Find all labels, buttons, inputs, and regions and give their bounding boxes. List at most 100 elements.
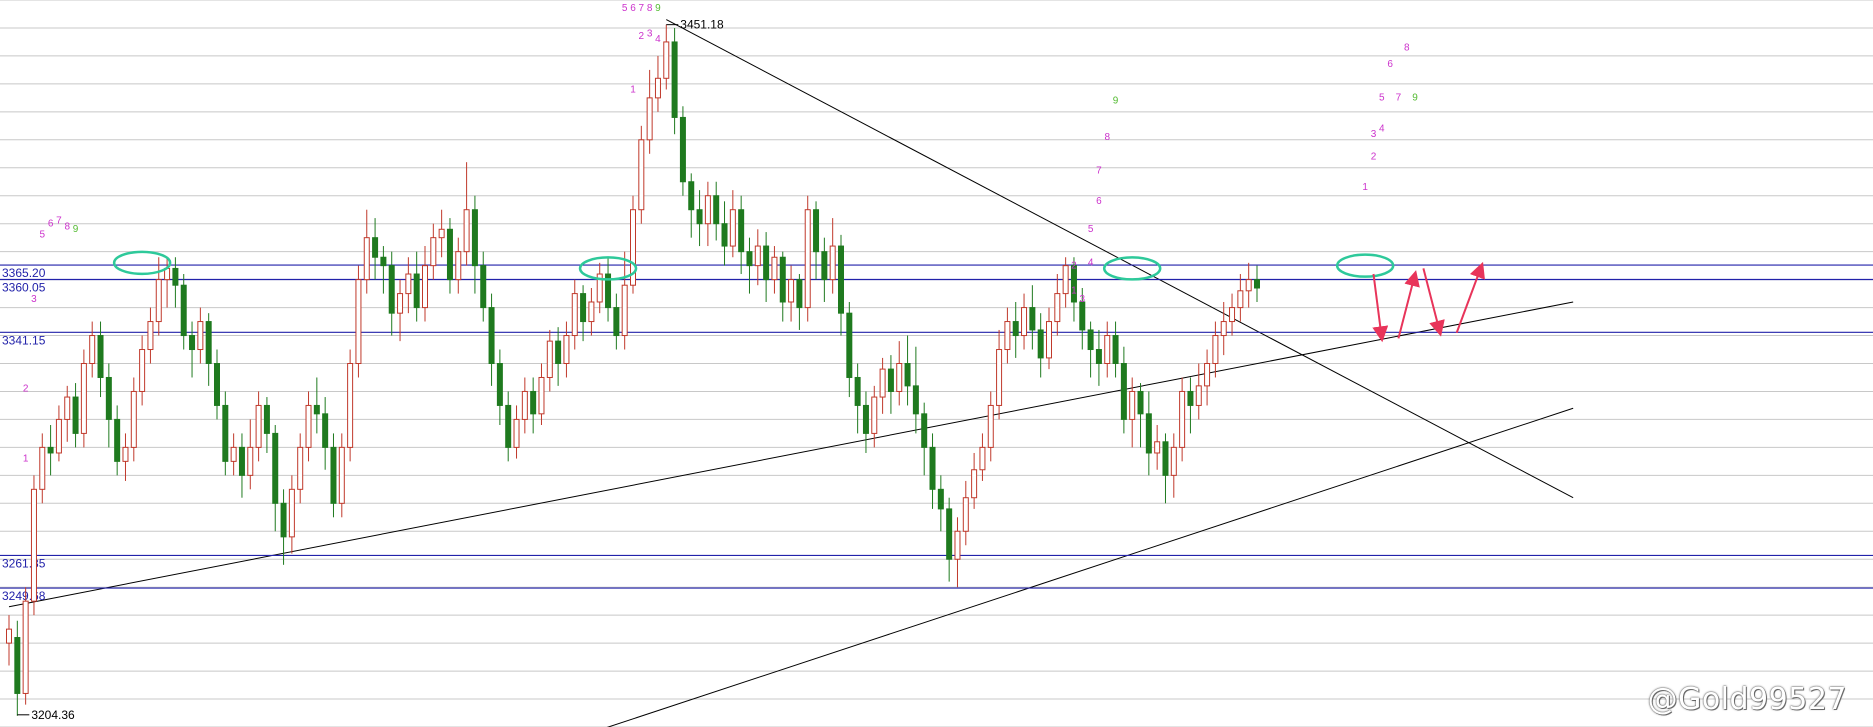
candle-body (1129, 390, 1136, 420)
candle-body (1254, 279, 1260, 289)
candle-body (696, 209, 703, 225)
candle-body (1145, 413, 1152, 454)
candle-body (1012, 321, 1019, 337)
candle-body (671, 41, 678, 118)
count-label: 2 (1071, 260, 1077, 271)
candle-body (1062, 265, 1069, 295)
candle-body (155, 279, 162, 323)
candle-body (1187, 390, 1194, 406)
candle-body (330, 446, 337, 504)
count-label: 1 (1362, 182, 1368, 193)
candle-body (1170, 446, 1177, 476)
candle-body (463, 209, 470, 253)
candle-body (222, 404, 229, 462)
candle-body (538, 376, 545, 415)
candle-body (280, 502, 287, 538)
candle-body (1162, 441, 1169, 476)
candle-body (1029, 307, 1036, 331)
candle-body (488, 307, 495, 365)
candle-body (422, 265, 428, 309)
candle-body (247, 446, 254, 476)
count-label: 4 (1088, 258, 1094, 269)
candle-body (413, 273, 420, 309)
candle-body (971, 469, 978, 499)
candle-body (546, 340, 553, 378)
candle-body (1154, 441, 1161, 454)
candle-body (80, 363, 87, 434)
count-label: 6 (48, 218, 54, 229)
count-label: 9 (1412, 93, 1418, 104)
candle-body (180, 284, 187, 337)
candle-body (139, 349, 146, 392)
level-label: 3261.35 (2, 556, 46, 570)
candle-body (355, 279, 362, 364)
extreme-label: 3451.18 (680, 18, 724, 32)
candle-body (804, 209, 811, 309)
candlestick-chart: 3365.203360.053341.153261.353249.68 1235… (0, 0, 1873, 727)
candle-body (1195, 385, 1202, 406)
candle-body (480, 265, 487, 309)
level-label: 3341.15 (2, 333, 46, 347)
count-label: 7 (639, 3, 645, 14)
candle-body (912, 385, 919, 415)
count-label: 4 (1379, 123, 1385, 134)
candle-body (688, 181, 695, 211)
candle-body (1179, 390, 1186, 448)
count-label: 5 (39, 230, 45, 241)
candle-body (263, 404, 270, 434)
candle-body (779, 256, 786, 303)
candle-body (1137, 390, 1144, 415)
count-label: 2 (1371, 151, 1377, 162)
candle-body (505, 404, 512, 448)
candle-body (846, 312, 853, 378)
candle-body (14, 637, 21, 694)
candle-body (738, 209, 745, 253)
candle-body (230, 446, 237, 462)
candle-body (729, 209, 736, 247)
candle-body (1054, 293, 1061, 323)
candle-body (455, 251, 462, 281)
candle-body (979, 446, 986, 471)
candle-body (214, 363, 220, 406)
candle-body (288, 488, 295, 538)
count-label: 3 (1079, 294, 1085, 305)
candle-body (446, 228, 453, 281)
candle-body (704, 195, 711, 225)
candle-body (987, 404, 994, 448)
count-label: 7 (56, 216, 62, 227)
candle-body (1087, 329, 1094, 351)
candle-body (55, 418, 62, 454)
candle-body (1204, 363, 1211, 387)
candle-body (721, 223, 728, 247)
candle-body (1120, 363, 1127, 420)
candle-body (1245, 279, 1252, 292)
candle-body (1079, 301, 1086, 331)
candle-body (879, 368, 886, 398)
candle-body (788, 279, 795, 303)
candle-body (887, 368, 894, 392)
count-label: 9 (1113, 95, 1119, 106)
candle-body (613, 307, 620, 337)
count-label: 1 (1071, 286, 1077, 297)
candle-body (962, 497, 969, 532)
count-label: 9 (655, 3, 661, 14)
candle-body (1112, 335, 1119, 364)
candle-body (771, 256, 778, 281)
count-label: 3 (1371, 129, 1377, 140)
candle-body (862, 404, 869, 434)
candle-body (313, 404, 320, 415)
count-label: 6 (1387, 59, 1393, 70)
level-label: 3360.05 (2, 280, 46, 294)
candle-body (829, 245, 836, 281)
count-label: 1 (630, 84, 636, 95)
candle-body (937, 488, 944, 510)
candle-body (571, 293, 578, 337)
candle-body (305, 404, 312, 448)
count-label: 6 (1096, 196, 1102, 207)
candle-body (30, 488, 37, 602)
candle-body (663, 41, 670, 79)
candle-body (471, 209, 478, 267)
candle-body (97, 335, 104, 378)
level-label: 3365.20 (2, 266, 46, 280)
candle-body (1212, 335, 1219, 364)
